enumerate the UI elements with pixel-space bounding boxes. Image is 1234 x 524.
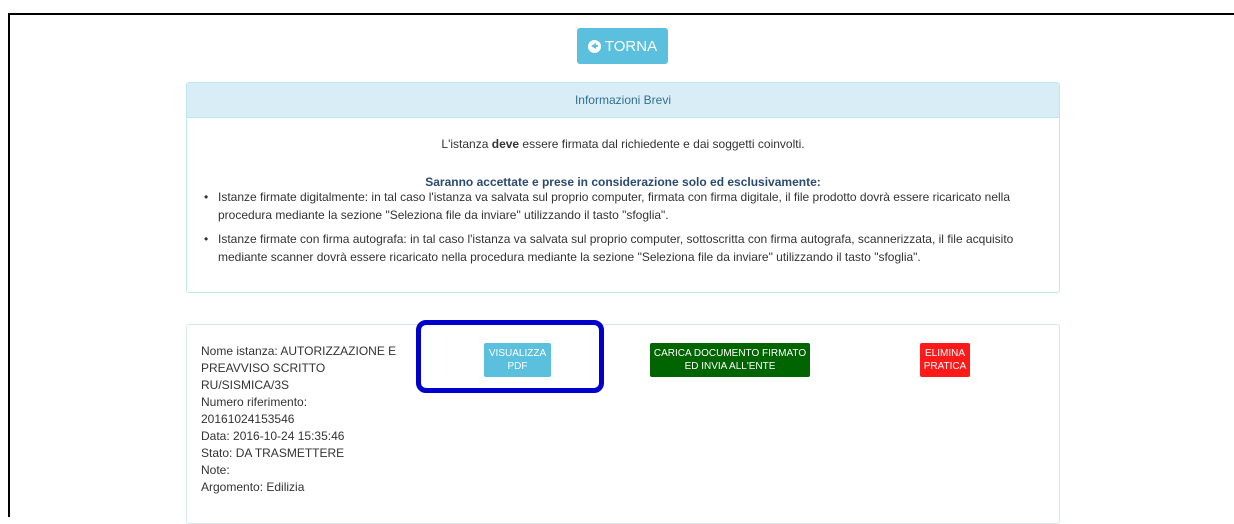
intro-text: L'istanza deve essere firmata dal richie… [187, 137, 1059, 151]
reference-label: Numero riferimento: [201, 395, 308, 409]
back-button[interactable]: TORNA [577, 28, 668, 64]
highlight-box [416, 320, 604, 393]
back-button-label: TORNA [604, 37, 658, 55]
upload-signed-button[interactable]: CARICA DOCUMENTO FIRMATO ED INVIA ALL'ENT… [650, 343, 810, 377]
upload-signed-label-line2: ED INVIA ALL'ENTE [684, 361, 776, 372]
delete-request-button[interactable]: ELIMINA PRATICA [920, 343, 970, 377]
request-card: Nome istanza: AUTORIZZAZIONE E PREAVVISO… [186, 324, 1060, 524]
upload-signed-label-line1: CARICA DOCUMENTO FIRMATO [653, 348, 807, 359]
info-panel-title: Informazioni Brevi [574, 93, 672, 107]
info-panel: Informazioni Brevi L'istanza deve essere… [186, 82, 1060, 293]
accept-list: Istanze firmate digitalmente: in tal cas… [204, 188, 1045, 272]
delete-request-label-line2: PRATICA [923, 361, 967, 372]
list-item: Istanze firmate con firma autografa: in … [204, 230, 1045, 266]
intro-bold: deve [491, 137, 520, 151]
intro-prefix: L'istanza [441, 137, 492, 151]
list-item: Istanze firmate digitalmente: in tal cas… [204, 188, 1045, 224]
request-name: Nome istanza: AUTORIZZAZIONE E PREAVVISO… [201, 344, 397, 392]
circle-arrow-left-icon [587, 39, 601, 53]
intro-suffix: essere firmata dal richiedente e dai sog… [519, 137, 805, 151]
request-date: Data: 2016-10-24 15:35:46 [201, 429, 345, 443]
upload-signed-label: CARICA DOCUMENTO FIRMATO ED INVIA ALL'ENT… [654, 347, 806, 373]
delete-request-label: ELIMINA PRATICA [924, 347, 967, 373]
request-topic: Argomento: Edilizia [201, 480, 305, 494]
accept-title: Saranno accettate e prese in considerazi… [425, 175, 821, 189]
delete-request-label-line1: ELIMINA [924, 348, 965, 359]
request-notes: Note: [201, 463, 230, 477]
reference-value: 20161024153546 [201, 412, 295, 426]
request-status: Stato: DA TRASMETTERE [201, 446, 345, 460]
request-details: Nome istanza: AUTORIZZAZIONE E PREAVVISO… [201, 343, 401, 496]
info-panel-heading: Informazioni Brevi [187, 83, 1059, 118]
